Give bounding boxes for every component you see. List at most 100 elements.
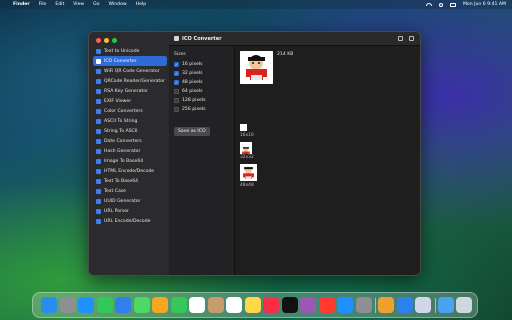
html-icon xyxy=(96,168,101,174)
size-option-row: ✓ 32 pixels xyxy=(174,69,206,78)
menu-app-name[interactable]: Finder xyxy=(13,2,30,7)
sidebar-item-label: Image To Base64 xyxy=(104,158,144,164)
dock-reminders-icon[interactable] xyxy=(226,297,242,313)
sidebar-item-label: ICO Converter xyxy=(104,58,137,64)
spotlight-search-icon[interactable] xyxy=(438,2,443,7)
ico-converter-icon xyxy=(174,36,179,41)
size-checkbox[interactable]: ✓ xyxy=(174,62,179,67)
dock-separator xyxy=(375,298,376,313)
sidebar-item-label: RSA Key Generator xyxy=(104,88,148,94)
size-option-label: 64 pixels xyxy=(182,89,203,94)
dock-maps-icon[interactable] xyxy=(133,297,150,313)
dock-notes-icon[interactable] xyxy=(244,297,261,313)
size-checkbox[interactable] xyxy=(174,98,179,103)
dock-news-icon[interactable] xyxy=(318,297,335,313)
sidebar-item-wifi[interactable]: WiFi QR Code Generator xyxy=(93,66,167,76)
menu-file[interactable]: File xyxy=(39,2,47,7)
menu-clock[interactable]: Mon Jun 6 9:41 AM xyxy=(463,2,506,7)
dock-podcasts-icon[interactable] xyxy=(300,297,316,313)
sidebar-item-photo[interactable]: EXIF Viewer xyxy=(93,96,167,106)
dock-system-settings-icon[interactable] xyxy=(355,297,372,313)
sidebar-item-text[interactable]: Text to Unicode xyxy=(93,46,167,56)
sidebar-item-label: QRCode Reader/Generator xyxy=(104,78,165,84)
menu-view[interactable]: View xyxy=(73,2,84,7)
dock-launchpad-icon[interactable] xyxy=(59,297,76,313)
zoom-window-button[interactable] xyxy=(112,38,117,43)
sidebar-item-label: URL Encode/Decode xyxy=(104,218,151,224)
text-icon xyxy=(96,48,101,54)
sidebar-item-label: Hash Generator xyxy=(104,148,141,154)
sidebar-item-label: Text to Unicode xyxy=(104,48,140,54)
sidebar-item-url[interactable]: URL Encode/Decode xyxy=(93,216,167,226)
menu-help[interactable]: Help xyxy=(136,2,146,7)
dock-facetime-icon[interactable] xyxy=(170,297,187,313)
sidebar-item-ico[interactable]: ICO Converter xyxy=(93,56,167,66)
sidebar-item-label: EXIF Viewer xyxy=(104,98,132,104)
size-option-row: ✓ 48 pixels xyxy=(174,78,206,87)
size-option-label: 48 pixels xyxy=(182,80,203,85)
size-checkbox[interactable] xyxy=(174,89,179,94)
dock-photos-icon[interactable] xyxy=(152,297,168,313)
dock-tv-icon[interactable] xyxy=(281,297,298,313)
menu-go[interactable]: Go xyxy=(93,2,99,7)
sidebar-item-label: URL Parser xyxy=(104,208,129,214)
sidebar-item-label: Text Case xyxy=(104,188,126,194)
hash-icon xyxy=(96,148,101,154)
toggle-sidebar-icon[interactable] xyxy=(398,36,403,41)
sidebar-item-base64[interactable]: Text To Base64 xyxy=(93,176,167,186)
sidebar-item-textcase[interactable]: Text Case xyxy=(93,186,167,196)
thumbnail-48-label: 48x48 xyxy=(240,183,254,188)
grid-view-icon[interactable] xyxy=(409,36,414,41)
dock-keynote-icon[interactable] xyxy=(396,297,413,313)
size-checkbox[interactable]: ✓ xyxy=(174,80,179,85)
size-option-label: 16 pixels xyxy=(182,62,203,67)
dock-finder-icon[interactable] xyxy=(41,297,57,313)
string-icon xyxy=(96,128,101,134)
source-image-preview[interactable] xyxy=(240,51,273,84)
sidebar-item-hash[interactable]: Hash Generator xyxy=(93,146,167,156)
dock-music-icon[interactable] xyxy=(263,297,279,313)
sidebar-item-palette[interactable]: Color Converters xyxy=(93,106,167,116)
thumbnail-48 xyxy=(240,164,257,181)
image-icon xyxy=(96,158,101,164)
app-window: Text to Unicode ICO Converter WiFi QR Code… xyxy=(88,31,421,276)
sidebar-item-ascii[interactable]: ASCII To String xyxy=(93,116,167,126)
size-option-row: 128 pixels xyxy=(174,96,206,105)
dock-safari-icon[interactable] xyxy=(78,297,94,313)
size-checkbox[interactable]: ✓ xyxy=(174,71,179,76)
sidebar-item-calendar[interactable]: Date Converters xyxy=(93,136,167,146)
dock-mail-icon[interactable] xyxy=(115,297,131,313)
sidebar-item-label: Text To Base64 xyxy=(104,178,139,184)
save-as-ico-button[interactable]: Save as ICO xyxy=(174,127,210,136)
size-option-label: 32 pixels xyxy=(182,71,203,76)
close-window-button[interactable] xyxy=(96,38,101,43)
dock-messages-icon[interactable] xyxy=(96,297,113,313)
sidebar-item-qrcode[interactable]: QRCode Reader/Generator xyxy=(93,76,167,86)
sidebar-item-key[interactable]: RSA Key Generator xyxy=(93,86,167,96)
sidebar-item-label: WiFi QR Code Generator xyxy=(104,68,160,74)
dock-calendar-icon[interactable] xyxy=(189,297,205,313)
menu-window[interactable]: Window xyxy=(109,2,127,7)
control-center-icon[interactable] xyxy=(449,2,456,7)
minimize-window-button[interactable] xyxy=(104,38,109,43)
dock-preview-icon[interactable] xyxy=(415,297,431,313)
dock-trash-icon[interactable] xyxy=(456,297,472,313)
sizes-heading: Sizes xyxy=(174,52,186,57)
dock-contacts-icon[interactable] xyxy=(207,297,224,313)
dock-downloads-icon[interactable] xyxy=(437,297,454,313)
thumbnail-32 xyxy=(240,142,252,154)
sidebar-item-uuid[interactable]: UUID Generator xyxy=(93,196,167,206)
wifi-icon[interactable] xyxy=(425,3,432,6)
size-checkbox[interactable] xyxy=(174,107,179,112)
size-option-label: 128 pixels xyxy=(182,98,206,103)
window-toolbar: ICO Converter xyxy=(169,32,420,46)
dock-app-store-icon[interactable] xyxy=(337,297,353,313)
sidebar-item-string[interactable]: String To ASCII xyxy=(93,126,167,136)
menu-edit[interactable]: Edit xyxy=(55,2,64,7)
sidebar-item-label: UUID Generator xyxy=(104,198,141,204)
sidebar-item-link[interactable]: URL Parser xyxy=(93,206,167,216)
base64-icon xyxy=(96,178,101,184)
sidebar-item-html[interactable]: HTML Encode/Decode xyxy=(93,166,167,176)
dock-pages-icon[interactable] xyxy=(378,297,394,313)
sidebar-item-image[interactable]: Image To Base64 xyxy=(93,156,167,166)
